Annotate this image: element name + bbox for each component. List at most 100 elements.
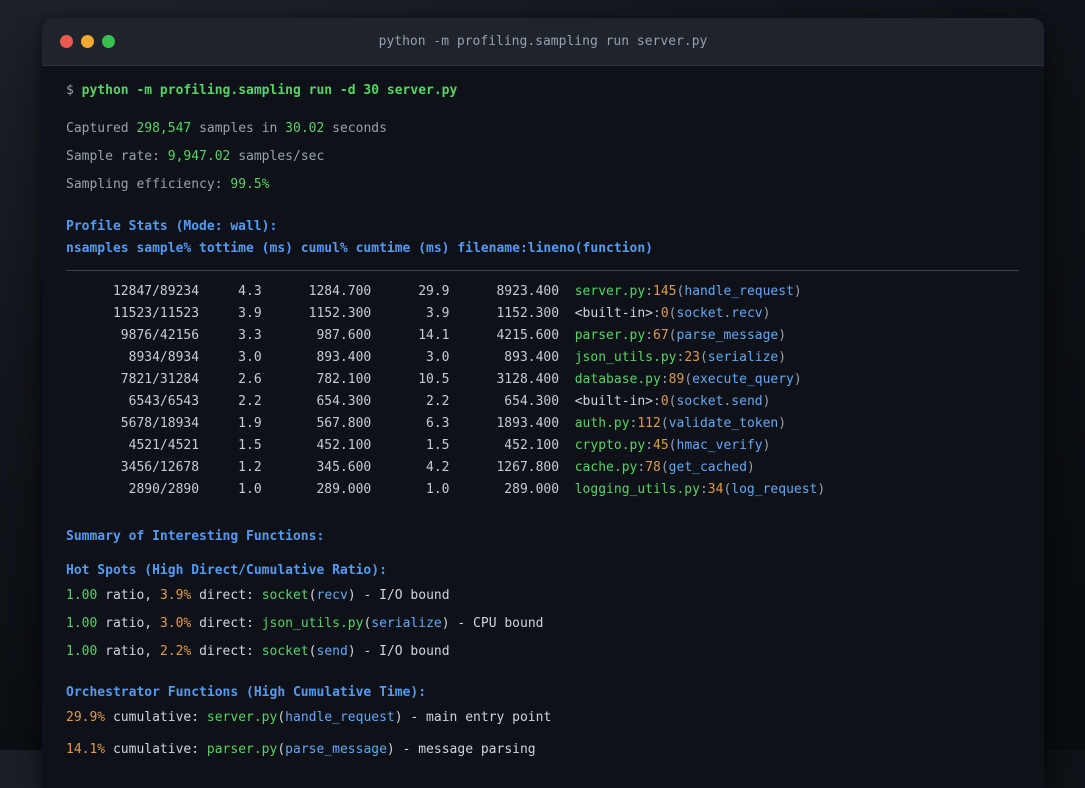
- text-segment: Captured: [66, 121, 137, 136]
- text-segment: ): [778, 350, 787, 365]
- text-segment: send: [316, 644, 348, 659]
- text-segment: (: [699, 350, 708, 365]
- text-segment: cumulative:: [105, 710, 207, 725]
- text-segment: samples in: [191, 121, 286, 136]
- terminal-content[interactable]: $ python -m profiling.sampling run -d 30…: [42, 66, 1044, 761]
- text-segment: - I/O bound: [355, 644, 450, 659]
- text-segment: socket.send: [676, 394, 763, 409]
- terminal-window: python -m profiling.sampling run server.…: [42, 18, 1044, 788]
- text-segment: server.py: [206, 710, 278, 725]
- text-segment: (: [308, 588, 317, 603]
- table-column-headers: nsamples sample% tottime (ms) cumul% cum…: [66, 238, 1044, 260]
- text-segment: :: [660, 372, 669, 387]
- text-segment: samples/sec: [230, 149, 325, 164]
- zoom-button[interactable]: [102, 35, 115, 48]
- text-segment: :: [637, 460, 646, 475]
- text-segment: :: [653, 394, 661, 409]
- text-segment: 3.9%: [159, 588, 192, 603]
- text-segment: 3456/12678 1.2 345.600 4.2 1267.800: [66, 460, 575, 475]
- text-segment: recv: [316, 588, 348, 603]
- summary-heading: Summary of Interesting Functions:: [66, 526, 1044, 548]
- text-segment: 3.0%: [159, 616, 192, 631]
- text-segment: 12847/89234 4.3 1284.700 29.9 8923.400: [66, 284, 575, 299]
- text-segment: database.py: [574, 372, 661, 387]
- text-segment: validate_token: [668, 416, 779, 431]
- text-segment: :: [699, 482, 708, 497]
- text-segment: (: [668, 438, 677, 453]
- text-segment: <built-in>: [574, 394, 654, 409]
- text-segment: parser.py: [574, 328, 646, 343]
- text-segment: (: [660, 416, 669, 431]
- text-segment: direct:: [191, 644, 262, 659]
- table-row: 5678/18934 1.9 567.800 6.3 1893.400 auth…: [66, 413, 1044, 435]
- close-button[interactable]: [60, 35, 73, 48]
- command-line: $ python -m profiling.sampling run -d 30…: [66, 80, 1044, 102]
- text-segment: 78: [645, 460, 661, 475]
- text-segment: 9876/42156 3.3 987.600 14.1 4215.600: [66, 328, 575, 343]
- text-segment: $: [66, 83, 82, 98]
- text-segment: Hot Spots (High Direct/Cumulative Ratio)…: [66, 563, 387, 578]
- text-segment: 1.00: [66, 616, 98, 631]
- table-row: 12847/89234 4.3 1284.700 29.9 8923.400 s…: [66, 281, 1044, 303]
- text-segment: - main entry point: [402, 710, 552, 725]
- text-segment: 29.9%: [66, 710, 106, 725]
- text-segment: 112: [637, 416, 661, 431]
- text-segment: 1.00: [66, 644, 98, 659]
- sample-rate-stat: Sample rate: 9,947.02 samples/sec: [66, 146, 1044, 168]
- text-segment: json_utils.py: [574, 350, 677, 365]
- text-segment: (: [668, 328, 677, 343]
- text-segment: Sample rate:: [66, 149, 168, 164]
- text-segment: 7821/31284 2.6 782.100 10.5 3128.400: [66, 372, 575, 387]
- text-segment: json_utils.py: [261, 616, 364, 631]
- table-row: 8934/8934 3.0 893.400 3.0 893.400 json_u…: [66, 347, 1044, 369]
- text-segment: 45: [653, 438, 669, 453]
- text-segment: Sampling efficiency:: [66, 177, 231, 192]
- text-segment: (: [684, 372, 693, 387]
- text-segment: ): [778, 328, 787, 343]
- text-segment: 145: [653, 284, 677, 299]
- text-segment: :: [645, 328, 654, 343]
- text-segment: 2.2%: [159, 644, 192, 659]
- hotspot-line: 1.00 ratio, 2.2% direct: socket(send) - …: [66, 641, 1044, 663]
- minimize-button[interactable]: [81, 35, 94, 48]
- text-segment: - I/O bound: [355, 588, 450, 603]
- text-segment: <built-in>: [574, 306, 654, 321]
- text-segment: Profile Stats (Mode: wall):: [66, 219, 278, 234]
- text-segment: ): [762, 394, 771, 409]
- traffic-lights: [60, 18, 115, 65]
- orchestrator-line: 14.1% cumulative: parser.py(parse_messag…: [66, 739, 1044, 761]
- table-row: 7821/31284 2.6 782.100 10.5 3128.400 dat…: [66, 369, 1044, 391]
- text-segment: 99.5%: [230, 177, 270, 192]
- text-segment: handle_request: [285, 710, 395, 725]
- text-segment: get_cached: [668, 460, 747, 475]
- text-segment: 2890/2890 1.0 289.000 1.0 289.000: [66, 482, 575, 497]
- text-segment: nsamples sample% tottime (ms) cumul% cum…: [66, 241, 653, 256]
- text-segment: hmac_verify: [676, 438, 763, 453]
- text-segment: cache.py: [574, 460, 638, 475]
- text-segment: ratio,: [97, 644, 160, 659]
- orchestrator-line: 29.9% cumulative: server.py(handle_reque…: [66, 707, 1044, 729]
- text-segment: direct:: [191, 588, 262, 603]
- text-segment: Orchestrator Functions (High Cumulative …: [66, 685, 427, 700]
- text-segment: - CPU bound: [449, 616, 544, 631]
- text-segment: ): [394, 710, 403, 725]
- text-segment: 0: [660, 394, 669, 409]
- text-segment: direct:: [191, 616, 262, 631]
- text-segment: 34: [707, 482, 724, 497]
- hotspot-line: 1.00 ratio, 3.0% direct: json_utils.py(s…: [66, 613, 1044, 635]
- text-segment: socket: [261, 644, 309, 659]
- text-segment: 1.00: [66, 588, 98, 603]
- captured-stat: Captured 298,547 samples in 30.02 second…: [66, 118, 1044, 140]
- text-segment: auth.py: [574, 416, 630, 431]
- text-segment: 0: [660, 306, 669, 321]
- text-segment: server.py: [574, 284, 646, 299]
- text-segment: ): [793, 284, 802, 299]
- text-segment: ): [347, 644, 356, 659]
- text-segment: ): [441, 616, 450, 631]
- text-segment: serialize: [371, 616, 442, 631]
- text-segment: :: [653, 306, 661, 321]
- text-segment: ratio,: [97, 588, 160, 603]
- text-segment: socket: [261, 588, 309, 603]
- text-segment: ): [347, 588, 356, 603]
- text-segment: 8934/8934 3.0 893.400 3.0 893.400: [66, 350, 575, 365]
